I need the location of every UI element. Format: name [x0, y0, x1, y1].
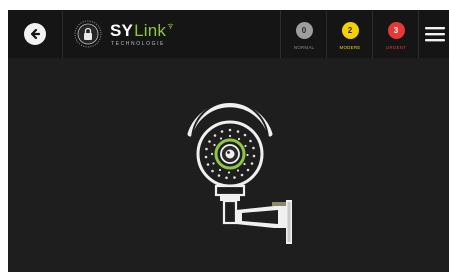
- menu-button[interactable]: [418, 10, 449, 58]
- alert-modere-count: 2: [341, 22, 359, 39]
- alert-normal-label: NORMAL: [293, 45, 315, 50]
- app-window: SY Link TECHNOLOGIE 0 NORMAL 2 MODERE 3: [8, 10, 449, 272]
- wifi-icon: [167, 23, 174, 29]
- hamburger-menu-icon: [424, 27, 445, 42]
- top-bar: SY Link TECHNOLOGIE 0 NORMAL 2 MODERE 3: [8, 10, 449, 58]
- security-camera-icon: [178, 100, 308, 250]
- brand-name-part1: SY: [110, 20, 134, 40]
- alert-normal-count: 0: [295, 22, 313, 39]
- alert-modere[interactable]: 2 MODERE: [326, 10, 373, 58]
- alert-urgent-label: URGENT: [385, 45, 407, 50]
- brand-logo: SY Link TECHNOLOGIE: [68, 10, 218, 58]
- alert-urgent[interactable]: 3 URGENT: [372, 10, 419, 58]
- lock-seal-icon: [74, 20, 102, 48]
- alert-modere-label: MODERE: [339, 45, 361, 50]
- alert-urgent-count: 3: [387, 22, 405, 39]
- brand-name: SY Link: [110, 22, 174, 39]
- back-button[interactable]: [8, 10, 63, 58]
- brand-subtitle: TECHNOLOGIE: [111, 40, 165, 47]
- brand-name-part2: Link: [134, 20, 167, 40]
- arrow-left-icon: [24, 23, 46, 45]
- alert-normal[interactable]: 0 NORMAL: [280, 10, 327, 58]
